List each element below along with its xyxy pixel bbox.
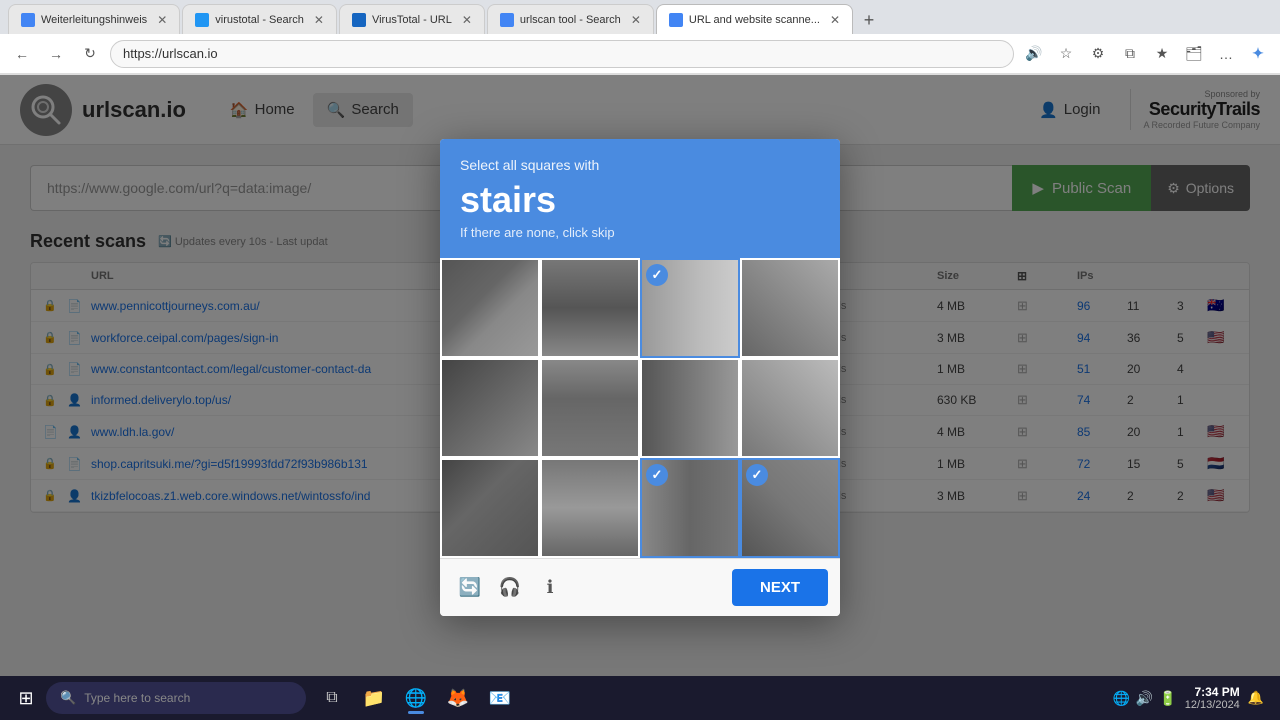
tab-4[interactable]: urlscan tool - Search ✕ xyxy=(487,4,654,34)
taskbar-clock: 7:34 PM xyxy=(1185,685,1240,699)
favorites-bar-button[interactable]: ★ xyxy=(1148,40,1176,68)
tab-1-close[interactable]: ✕ xyxy=(157,13,167,27)
taskbar-right: 🌐 🔊 🔋 7:34 PM 12/13/2024 🔔 xyxy=(1112,685,1272,711)
tab-4-close[interactable]: ✕ xyxy=(631,13,641,27)
copilot-button[interactable]: ✦ xyxy=(1244,40,1272,68)
tab-3-close[interactable]: ✕ xyxy=(462,13,472,27)
tab-bar: Weiterleitungshinweis ✕ virustotal - Sea… xyxy=(0,0,1280,34)
tab-2-close[interactable]: ✕ xyxy=(314,13,324,27)
captcha-check-12: ✓ xyxy=(746,464,768,486)
favorites-button[interactable]: ☆ xyxy=(1052,40,1080,68)
tab-2-favicon xyxy=(195,13,209,27)
read-aloud-button[interactable]: 🔊 xyxy=(1020,40,1048,68)
captcha-instruction: If there are none, click skip xyxy=(460,225,820,240)
captcha-grid: ✓ xyxy=(440,258,840,558)
taskbar-app-edge[interactable]: 🌐 xyxy=(396,680,436,716)
tab-3-favicon xyxy=(352,13,366,27)
forward-button[interactable]: → xyxy=(42,40,70,68)
tab-1[interactable]: Weiterleitungshinweis ✕ xyxy=(8,4,180,34)
captcha-overlay: Select all squares with stairs If there … xyxy=(0,75,1280,679)
tab-5-close[interactable]: ✕ xyxy=(830,13,840,27)
back-button[interactable]: ← xyxy=(8,40,36,68)
taskbar-search-text: Type here to search xyxy=(84,691,190,705)
address-input[interactable] xyxy=(110,40,1014,68)
captcha-audio-button[interactable]: 🎧 xyxy=(492,569,528,605)
taskbar-search-icon: 🔍 xyxy=(60,690,76,706)
taskbar-app-outlook[interactable]: 📧 xyxy=(480,680,520,716)
tab-2-label: virustotal - Search xyxy=(215,14,304,26)
captcha-cell-9[interactable] xyxy=(440,458,540,558)
page-content: urlscan.io 🏠 Home 🔍 Search 👤 Login Spons… xyxy=(0,75,1280,679)
taskbar: ⊞ 🔍 Type here to search ⧉ 📁 🌐 🦊 📧 🌐 🔊 🔋 … xyxy=(0,676,1280,720)
taskbar-app-file-explorer[interactable]: 📁 xyxy=(354,680,394,716)
taskbar-search[interactable]: 🔍 Type here to search xyxy=(46,682,306,714)
captcha-footer: 🔄 🎧 ℹ NEXT xyxy=(440,558,840,616)
captcha-cell-5[interactable] xyxy=(440,358,540,458)
browser-tools-button[interactable]: ⚙ xyxy=(1084,40,1112,68)
taskbar-app-taskview[interactable]: ⧉ xyxy=(312,680,352,716)
captcha-cell-2[interactable] xyxy=(540,258,640,358)
captcha-check-3: ✓ xyxy=(646,264,668,286)
new-tab-button[interactable]: + xyxy=(855,6,883,34)
taskbar-apps: ⧉ 📁 🌐 🦊 📧 xyxy=(312,680,520,716)
captcha-cell-6[interactable] xyxy=(540,358,640,458)
start-button[interactable]: ⊞ xyxy=(8,680,44,716)
tab-4-favicon xyxy=(500,13,514,27)
captcha-info-button[interactable]: ℹ xyxy=(532,569,568,605)
tab-1-favicon xyxy=(21,13,35,27)
system-tray-icons: 🌐 🔊 🔋 xyxy=(1112,690,1176,707)
tab-5-favicon xyxy=(669,13,683,27)
network-icon: 🌐 xyxy=(1112,690,1129,707)
captcha-cell-11[interactable]: ✓ xyxy=(640,458,740,558)
refresh-button[interactable]: ↻ xyxy=(76,40,104,68)
captcha-next-button[interactable]: NEXT xyxy=(732,569,828,606)
split-view-button[interactable]: ⧉ xyxy=(1116,40,1144,68)
address-bar-row: ← → ↻ 🔊 ☆ ⚙ ⧉ ★ 🗂 … ✦ xyxy=(0,34,1280,74)
volume-icon: 🔊 xyxy=(1136,690,1153,707)
tab-5[interactable]: URL and website scanne... ✕ xyxy=(656,4,853,34)
captcha-check-11: ✓ xyxy=(646,464,668,486)
battery-icon: 🔋 xyxy=(1159,690,1176,707)
taskbar-time[interactable]: 7:34 PM 12/13/2024 xyxy=(1185,685,1240,711)
taskbar-app-firefox[interactable]: 🦊 xyxy=(438,680,478,716)
captcha-word: stairs xyxy=(460,179,820,221)
captcha-cell-12[interactable]: ✓ xyxy=(740,458,840,558)
address-actions: 🔊 ☆ ⚙ ⧉ ★ 🗂 … ✦ xyxy=(1020,40,1272,68)
captcha-prompt: Select all squares with xyxy=(460,157,820,173)
captcha-cell-7[interactable] xyxy=(640,358,740,458)
tab-3-label: VirusTotal - URL xyxy=(372,14,452,26)
notification-icon[interactable]: 🔔 xyxy=(1248,690,1264,706)
captcha-box: Select all squares with stairs If there … xyxy=(440,139,840,616)
browser-settings-button[interactable]: … xyxy=(1212,40,1240,68)
captcha-cell-4[interactable] xyxy=(740,258,840,358)
tab-1-label: Weiterleitungshinweis xyxy=(41,14,147,26)
tab-4-label: urlscan tool - Search xyxy=(520,14,621,26)
captcha-cell-10[interactable] xyxy=(540,458,640,558)
tab-3[interactable]: VirusTotal - URL ✕ xyxy=(339,4,485,34)
captcha-icon-buttons: 🔄 🎧 ℹ xyxy=(452,569,568,605)
taskbar-date: 12/13/2024 xyxy=(1185,699,1240,711)
captcha-cell-8[interactable] xyxy=(740,358,840,458)
tab-2[interactable]: virustotal - Search ✕ xyxy=(182,4,337,34)
captcha-header: Select all squares with stairs If there … xyxy=(440,139,840,258)
captcha-cell-1[interactable] xyxy=(440,258,540,358)
captcha-refresh-button[interactable]: 🔄 xyxy=(452,569,488,605)
collections-button[interactable]: 🗂 xyxy=(1180,40,1208,68)
tab-5-label: URL and website scanne... xyxy=(689,14,820,26)
browser-chrome: Weiterleitungshinweis ✕ virustotal - Sea… xyxy=(0,0,1280,75)
captcha-cell-3[interactable]: ✓ xyxy=(640,258,740,358)
